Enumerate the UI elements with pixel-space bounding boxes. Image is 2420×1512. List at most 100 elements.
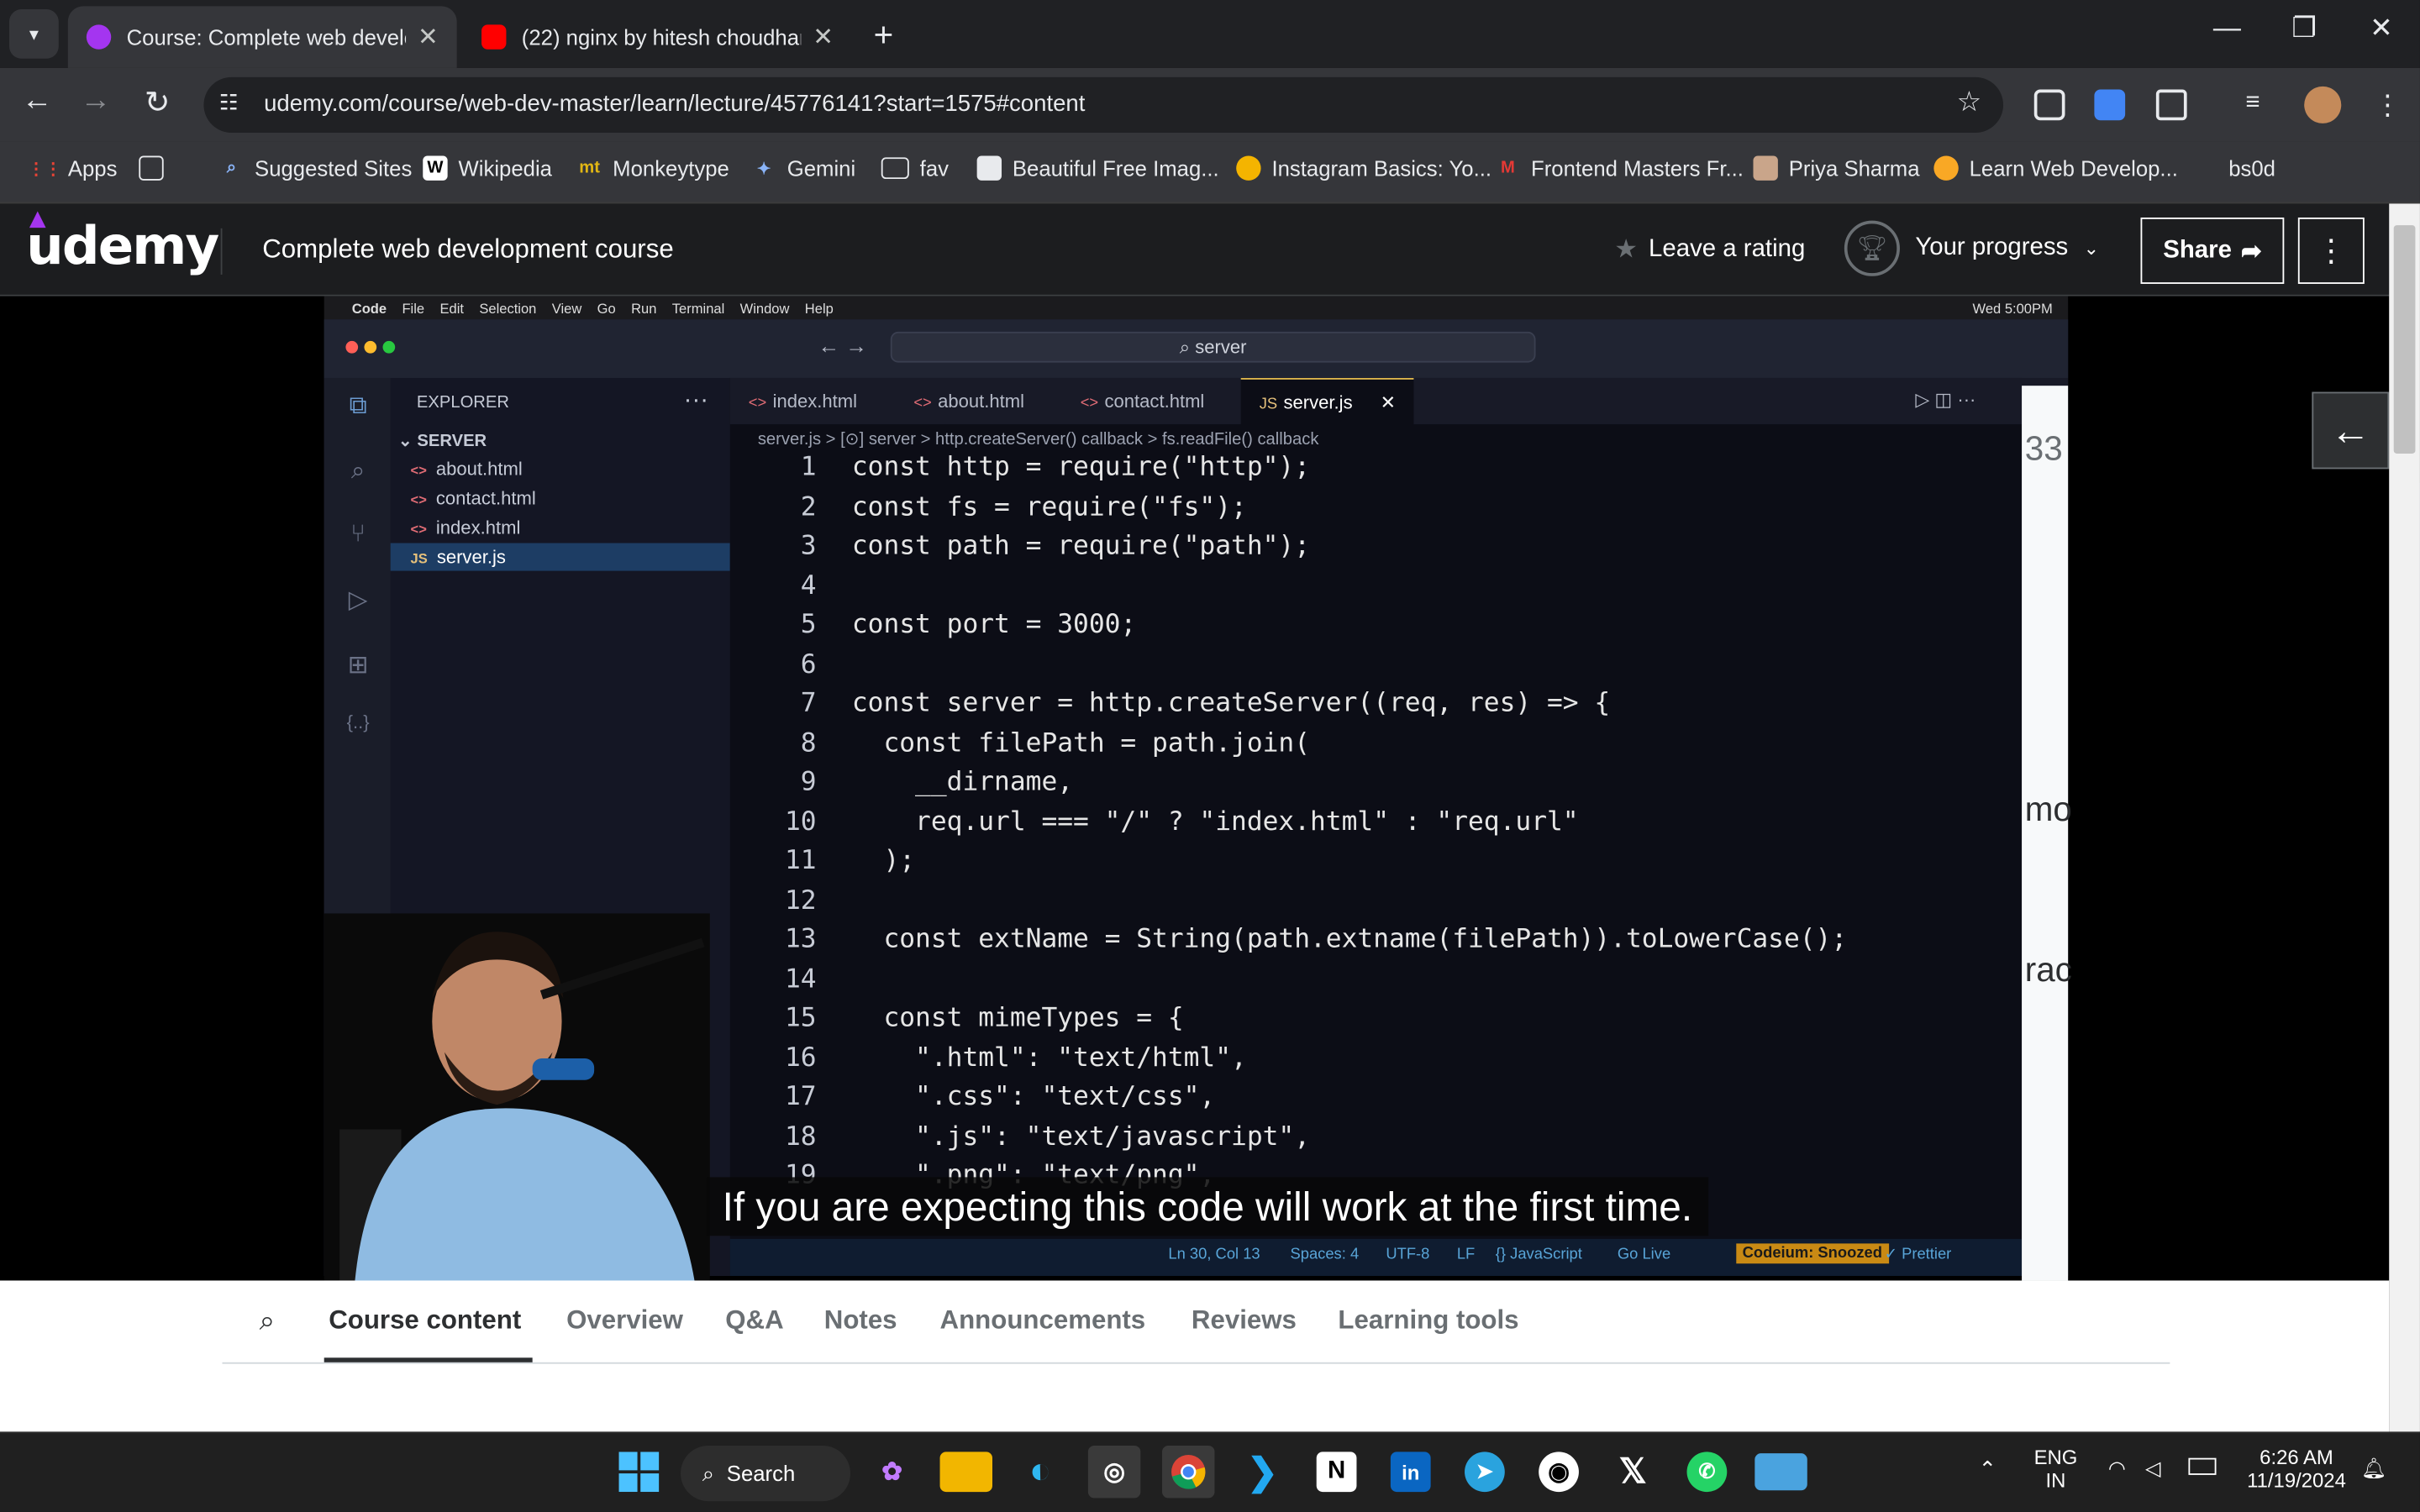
chrome-logo-icon	[1171, 1455, 1206, 1489]
chrome-icon[interactable]	[1162, 1445, 1215, 1499]
bookmark-fav-folder[interactable]: fav	[881, 156, 949, 181]
line-number: 15	[784, 1002, 817, 1034]
expand-sidebar-button[interactable]: ←	[2312, 391, 2390, 470]
search-icon[interactable]: ⌕	[260, 1305, 276, 1338]
linkedin-icon[interactable]: in	[1390, 1452, 1431, 1493]
wifi-icon[interactable]: ◠	[2108, 1457, 2126, 1481]
udemy-logo[interactable]: ▲ udemy	[26, 207, 219, 277]
folder-label: SERVER	[417, 432, 487, 451]
whatsapp-icon[interactable]: ✆	[1686, 1452, 1728, 1493]
bookmark-bs0d[interactable]: bs0d	[2193, 156, 2275, 181]
edge-icon[interactable]: ◐	[1014, 1446, 1066, 1498]
reload-button[interactable]: ↻	[136, 83, 179, 122]
close-window-button[interactable]: ✕	[2343, 13, 2420, 45]
tab-youtube-nginx[interactable]: (22) nginx by hitesh choudhary ✕	[463, 6, 852, 67]
file-explorer-icon[interactable]	[939, 1452, 992, 1493]
tab-announcements[interactable]: Announcements	[940, 1305, 1146, 1336]
bookmark-instagram[interactable]: Instagram Basics: Yo...	[1236, 155, 1491, 181]
volume-icon[interactable]: ◁	[2145, 1457, 2160, 1481]
bookmarks-bar: ⋮⋮ Apps ⌕ Suggested Sites W Wikipedia mt Mon…	[0, 141, 2420, 204]
mac-clock: Wed 5:00PM	[1972, 300, 2053, 316]
scrollbar-thumb[interactable]	[2393, 225, 2416, 454]
notifications-bell-icon[interactable]: 🔔︎	[2361, 1457, 2386, 1481]
tab-overview[interactable]: Overview	[566, 1305, 683, 1336]
status-prettier: ✓ Prettier	[1884, 1247, 1952, 1264]
editor-tab: <> about.html	[895, 378, 1043, 424]
course-title[interactable]: Complete web development course	[262, 234, 673, 265]
line-number: 3	[800, 530, 817, 562]
overlay-right-pane: 33 mo rac	[2022, 386, 2072, 1281]
clock[interactable]: 6:26 AM 11/19/2024	[2238, 1446, 2355, 1492]
address-bar[interactable]: ☷ udemy.com/course/web-dev-master/learn/…	[203, 76, 2004, 133]
header-divider	[220, 228, 223, 275]
media-controls-icon[interactable]: ≡	[2245, 90, 2276, 121]
bookmark-star-icon[interactable]: ☆	[1957, 87, 1982, 119]
editor-tab-label: contact.html	[1104, 390, 1205, 412]
code-line: ".js": "text/javascript",	[851, 1121, 1311, 1152]
tab-qa[interactable]: Q&A	[725, 1305, 783, 1336]
leave-rating-button[interactable]: ★ Leave a rating	[1614, 234, 1805, 265]
lang-bottom: IN	[2045, 1468, 2066, 1493]
tab-notes[interactable]: Notes	[824, 1305, 897, 1336]
tab-udemy-course[interactable]: Course: Complete web develop ✕	[67, 6, 457, 68]
copilot-icon[interactable]: ✿	[865, 1446, 918, 1498]
status-eol: LF	[1456, 1247, 1476, 1264]
bookmark-unsplash[interactable]: Beautiful Free Imag...	[976, 155, 1219, 181]
clock-date: 11/19/2024	[2247, 1468, 2346, 1493]
telegram-icon[interactable]: ➤	[1465, 1452, 1505, 1493]
code-line: ".html": "text/html",	[851, 1042, 1247, 1074]
google-translate-icon[interactable]	[2094, 89, 2126, 121]
new-tab-button[interactable]: +	[874, 15, 894, 55]
close-tab-icon[interactable]: ✕	[813, 22, 834, 53]
share-arrow-icon: ➦	[2240, 238, 2262, 265]
bookmark-apps[interactable]: ⋮⋮ Apps	[28, 156, 118, 181]
bookmark-wikipedia[interactable]: W Wikipedia	[423, 155, 552, 181]
tab-course-content[interactable]: Course content	[329, 1305, 521, 1336]
forward-button[interactable]: →	[74, 83, 117, 118]
line-number: 8	[800, 727, 817, 759]
minimize-button[interactable]: —	[2188, 13, 2265, 45]
snipping-tool-icon[interactable]	[1754, 1453, 1807, 1491]
editor-tab-label: about.html	[938, 390, 1025, 412]
notion-icon[interactable]: N	[1316, 1452, 1357, 1493]
more-options-button[interactable]: ⋮	[2297, 217, 2365, 284]
tab-learning-tools[interactable]: Learning tools	[1338, 1305, 1518, 1336]
share-button[interactable]: Share ➦	[2140, 217, 2285, 284]
instagram-icon	[1236, 155, 1261, 181]
x-icon[interactable]: 𝕏	[1607, 1446, 1659, 1498]
video-player[interactable]: Code File Edit Selection View Go Run Ter…	[0, 296, 2420, 1281]
extensions-icon[interactable]	[2155, 89, 2187, 121]
bookmark-priya-sharma[interactable]: Priya Sharma	[1753, 155, 1920, 181]
url-text[interactable]: udemy.com/course/web-dev-master/learn/le…	[264, 91, 1085, 117]
bookmark-gemini[interactable]: ✦ Gemini	[751, 156, 855, 181]
chrome-menu-icon[interactable]: ⋮	[2374, 90, 2405, 121]
battery-icon[interactable]	[2188, 1457, 2217, 1475]
code-line: __dirname,	[851, 766, 1074, 798]
davinci-icon[interactable]: ◎	[1087, 1445, 1141, 1499]
code-editor: <> index.html <> about.html <> contact.html…	[729, 377, 2420, 1276]
chevron-up-icon[interactable]: ⌃	[1979, 1457, 1997, 1483]
profile-avatar[interactable]	[2304, 86, 2342, 123]
reading-mode-icon[interactable]	[2033, 89, 2065, 121]
github-icon[interactable]: ◉	[1539, 1452, 1579, 1493]
tab-search-button[interactable]: ▾	[9, 9, 59, 59]
tab-reviews[interactable]: Reviews	[1192, 1305, 1297, 1336]
your-progress-button[interactable]: 🏆︎ Your progress ⌄	[1844, 220, 2099, 276]
mac-menu-item: Help	[804, 300, 834, 316]
extensions-icon: ⊞	[347, 652, 369, 680]
site-info-icon[interactable]: ☷	[219, 90, 239, 116]
bookmark-tab-groups[interactable]	[139, 155, 174, 181]
bookmark-suggested-sites[interactable]: ⌕ Suggested Sites	[219, 156, 413, 181]
close-tab-icon[interactable]: ✕	[418, 22, 439, 53]
bookmark-learn-web-dev[interactable]: Learn Web Develop...	[1933, 155, 2178, 181]
page-scrollbar[interactable]	[2389, 203, 2420, 1432]
restore-button[interactable]: ❐	[2265, 13, 2343, 45]
taskbar-search[interactable]: ⌕ Search	[680, 1445, 851, 1502]
bookmark-frontend-masters[interactable]: M Frontend Masters Fr...	[1496, 156, 1744, 181]
vscode-icon[interactable]: ❯	[1236, 1446, 1288, 1498]
start-button[interactable]	[613, 1446, 665, 1498]
language-indicator[interactable]: ENG IN	[2025, 1446, 2086, 1492]
bookmark-monkeytype[interactable]: mt Monkeytype	[577, 156, 729, 181]
file-server-js: JS server.js	[390, 543, 730, 571]
back-button[interactable]: ←	[15, 83, 58, 118]
